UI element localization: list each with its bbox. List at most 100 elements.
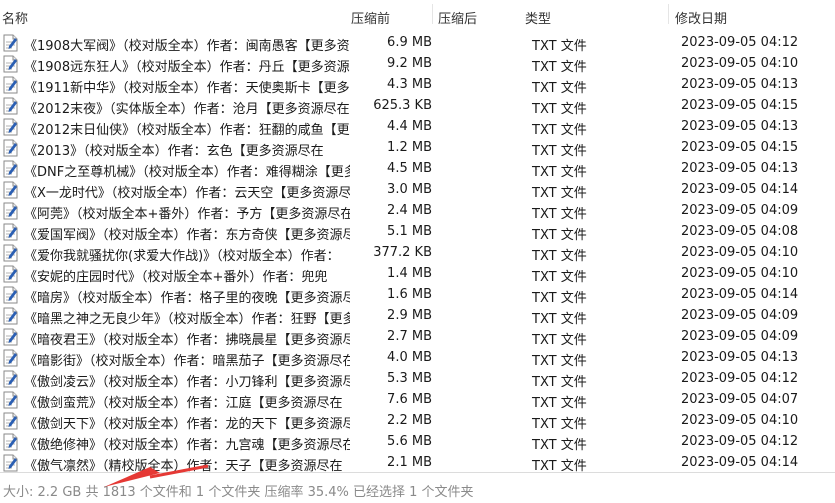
txt-file-icon	[3, 223, 18, 241]
file-size: 1.6 MB	[387, 287, 432, 302]
file-row[interactable]: 《DNF之至尊机械》（校对版全本）作者：难得糊涂【更多资源 4.5 MB TXT 文…	[0, 159, 835, 180]
status-text: 大小: 2.2 GB 共 1813 个文件和 1 个文件夹 压缩率 35.4% …	[3, 485, 474, 500]
txt-file-icon	[3, 34, 18, 52]
file-date: 2023-09-05 04:09	[681, 329, 799, 344]
file-type: TXT 文件	[532, 438, 587, 453]
file-date: 2023-09-05 04:12	[681, 371, 799, 386]
file-type: TXT 文件	[532, 417, 587, 432]
file-type: TXT 文件	[532, 39, 587, 54]
file-row[interactable]: 《2012末日仙侠》（校对版全本）作者：狂翻的咸鱼【更多资源 4.4 MB TXT …	[0, 117, 835, 138]
file-date: 2023-09-05 04:12	[681, 434, 799, 449]
file-date: 2023-09-05 04:08	[681, 224, 799, 239]
file-size: 1.2 MB	[387, 140, 432, 155]
file-row[interactable]: 《阿莞》（校对版全本+番外）作者：予方【更多资源尽在 2.4 MB TXT 文件 20…	[0, 201, 835, 222]
file-row[interactable]: 《暗影街》（校对版全本）作者：暗黑茄子【更多资源尽在 4.0 MB TXT 文件 20…	[0, 348, 835, 369]
file-size: 2.1 MB	[387, 455, 432, 470]
file-date: 2023-09-05 04:15	[681, 98, 799, 113]
file-type: TXT 文件	[532, 396, 587, 411]
column-modified[interactable]: 修改日期	[675, 8, 727, 27]
file-type: TXT 文件	[532, 81, 587, 96]
file-row[interactable]: 《暗黑之神之无良少年》（校对版全本）作者：狂野【更多 2.9 MB TXT 文件 20…	[0, 306, 835, 327]
file-size: 9.2 MB	[387, 56, 432, 71]
txt-file-icon	[3, 307, 18, 325]
file-name: 《1908大军阀》（校对版全本）作者：闽南愚客【更多资源尽在	[24, 39, 350, 54]
txt-file-icon	[3, 391, 18, 409]
file-name: 《暗黑之神之无良少年》（校对版全本）作者：狂野【更多	[24, 312, 350, 327]
file-row[interactable]: 《1908远东狂人》（校对版全本）作者：丹丘【更多资源尽在 9.2 MB TXT 文…	[0, 54, 835, 75]
file-date: 2023-09-05 04:14	[681, 182, 799, 197]
file-row[interactable]: 《傲剑凌云》（校对版全本）作者：小刀锋利【更多资源尽在 5.3 MB TXT 文件 2…	[0, 369, 835, 390]
txt-file-icon	[3, 244, 18, 262]
file-size: 625.3 KB	[373, 98, 432, 113]
file-name: 《爱国军阀》（校对版全本）作者：东方奇侠【更多资源尽在	[24, 228, 350, 243]
file-name: 《傲剑天下》（校对版全本）作者：龙的天下【更多资源尽在	[24, 417, 350, 432]
file-name: 《暗房》（校对版全本）作者：格子里的夜晚【更多资源尽在	[24, 291, 350, 306]
file-type: TXT 文件	[532, 165, 587, 180]
file-type: TXT 文件	[532, 291, 587, 306]
file-date: 2023-09-05 04:13	[681, 161, 799, 176]
file-type: TXT 文件	[532, 354, 587, 369]
file-row[interactable]: 《爱国军阀》（校对版全本）作者：东方奇侠【更多资源尽在 5.1 MB TXT 文件 2…	[0, 222, 835, 243]
file-type: TXT 文件	[532, 60, 587, 75]
file-row[interactable]: 《暗夜君王》（校对版全本）作者：拂晓晨星【更多资源尽在 2.7 MB TXT 文件 2…	[0, 327, 835, 348]
file-name: 《傲剑蛮荒》（校对版全本）作者：江庭【更多资源尽在	[24, 396, 343, 411]
txt-file-icon	[3, 349, 18, 367]
txt-file-icon	[3, 76, 18, 94]
column-compressed-size[interactable]: 压缩后	[438, 8, 477, 27]
file-date: 2023-09-05 04:10	[681, 413, 799, 428]
txt-file-icon	[3, 181, 18, 199]
file-size: 2.4 MB	[387, 203, 432, 218]
txt-file-icon	[3, 370, 18, 388]
file-name: 《傲剑凌云》（校对版全本）作者：小刀锋利【更多资源尽在	[24, 375, 350, 390]
file-type: TXT 文件	[532, 375, 587, 390]
file-row[interactable]: 《暗房》（校对版全本）作者：格子里的夜晚【更多资源尽在 1.6 MB TXT 文件 2…	[0, 285, 835, 306]
file-size: 5.1 MB	[387, 224, 432, 239]
column-divider[interactable]	[668, 4, 669, 24]
file-date: 2023-09-05 04:09	[681, 203, 799, 218]
file-name: 《2012末夜》（实体版全本）作者：沧月【更多资源尽在	[24, 102, 350, 117]
file-row[interactable]: 《X一龙时代》（校对版全本）作者：云天空【更多资源尽在 3.0 MB TXT 文件 2…	[0, 180, 835, 201]
file-row[interactable]: 《傲剑天下》（校对版全本）作者：龙的天下【更多资源尽在 2.2 MB TXT 文件 2…	[0, 411, 835, 432]
column-header: 名称 压缩前 压缩后 类型 修改日期	[0, 0, 835, 30]
txt-file-icon	[3, 55, 18, 73]
file-row[interactable]: 《爱你我就骚扰你(求爱大作战)》（校对版全本）作者： 377.2 KB TXT 文件…	[0, 243, 835, 264]
txt-file-icon	[3, 118, 18, 136]
file-type: TXT 文件	[532, 312, 587, 327]
file-size: 4.5 MB	[387, 161, 432, 176]
file-row[interactable]: 《1911新中华》（校对版全本）作者：天使奥斯卡【更多资源 4.3 MB TXT 文…	[0, 75, 835, 96]
txt-file-icon	[3, 202, 18, 220]
column-packed-size[interactable]: 压缩前	[351, 8, 390, 27]
file-type: TXT 文件	[532, 249, 587, 264]
file-row[interactable]: 《傲绝修神》（校对版全本）作者：九宫魂【更多资源尽在 5.6 MB TXT 文件 20…	[0, 432, 835, 453]
file-row[interactable]: 《安妮的庄园时代》（校对版全本+番外）作者：兜兜 1.4 MB TXT 文件 2023…	[0, 264, 835, 285]
txt-file-icon	[3, 433, 18, 451]
file-type: TXT 文件	[532, 228, 587, 243]
file-size: 2.9 MB	[387, 308, 432, 323]
file-date: 2023-09-05 04:13	[681, 119, 799, 134]
file-date: 2023-09-05 04:07	[681, 392, 799, 407]
file-row[interactable]: 《2012末夜》（实体版全本）作者：沧月【更多资源尽在 625.3 KB TXT 文…	[0, 96, 835, 117]
file-size: 4.0 MB	[387, 350, 432, 365]
file-name: 《阿莞》（校对版全本+番外）作者：予方【更多资源尽在	[24, 207, 350, 222]
file-list: 《1908大军阀》（校对版全本）作者：闽南愚客【更多资源尽在 6.9 MB TXT …	[0, 33, 835, 474]
file-name: 《2012末日仙侠》（校对版全本）作者：狂翻的咸鱼【更多资源	[24, 123, 350, 138]
file-type: TXT 文件	[532, 333, 587, 348]
column-name[interactable]: 名称	[2, 8, 28, 27]
file-type: TXT 文件	[532, 186, 587, 201]
file-name: 《1911新中华》（校对版全本）作者：天使奥斯卡【更多资源	[24, 81, 350, 96]
file-date: 2023-09-05 04:13	[681, 77, 799, 92]
file-name: 《1908远东狂人》（校对版全本）作者：丹丘【更多资源尽在	[24, 60, 350, 75]
file-row[interactable]: 《1908大军阀》（校对版全本）作者：闽南愚客【更多资源尽在 6.9 MB TXT …	[0, 33, 835, 54]
file-size: 1.4 MB	[387, 266, 432, 281]
file-date: 2023-09-05 04:09	[681, 308, 799, 323]
column-divider[interactable]	[432, 4, 433, 24]
file-name: 《2013》（校对版全本）作者：玄色【更多资源尽在	[24, 144, 324, 159]
file-size: 5.3 MB	[387, 371, 432, 386]
file-type: TXT 文件	[532, 207, 587, 222]
txt-file-icon	[3, 139, 18, 157]
column-type[interactable]: 类型	[525, 8, 551, 27]
file-row[interactable]: 《傲剑蛮荒》（校对版全本）作者：江庭【更多资源尽在 7.6 MB TXT 文件 202…	[0, 390, 835, 411]
file-row[interactable]: 《2013》（校对版全本）作者：玄色【更多资源尽在 1.2 MB TXT 文件 202…	[0, 138, 835, 159]
file-name: 《傲绝修神》（校对版全本）作者：九宫魂【更多资源尽在	[24, 438, 350, 453]
file-date: 2023-09-05 04:14	[681, 287, 799, 302]
